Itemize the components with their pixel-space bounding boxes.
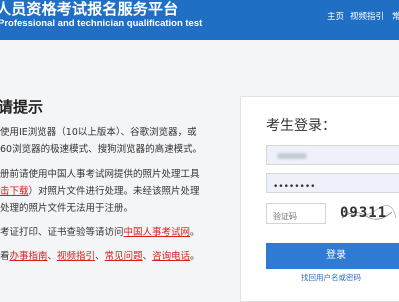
hint-line-photo-3: 处理的照片文件无法用于注册。: [0, 203, 134, 214]
download-link[interactable]: 击下载: [0, 186, 29, 197]
hint-title: 请提示: [0, 98, 44, 116]
login-title: 考生登录：: [266, 118, 336, 134]
nav-faq[interactable]: 常: [392, 10, 399, 22]
hint-line-cpta-suffix: 。: [190, 227, 200, 238]
hint-line-browser-1: 使用IE浏览器（10以上版本）、谷歌浏览器，或: [0, 127, 197, 138]
site-title: 人员资格考试报名服务平台: [0, 0, 179, 18]
username-field[interactable]: [266, 145, 399, 165]
captcha-field[interactable]: [266, 203, 327, 226]
captcha-image[interactable]: 09311: [340, 204, 398, 224]
separator: 、: [142, 251, 153, 262]
password-field[interactable]: [266, 173, 399, 196]
hint-line-help: 看办事指南、视频指引、常见问题、咨询电话。: [0, 248, 200, 262]
hotline-link[interactable]: 咨询电话: [152, 251, 190, 262]
hint-line-help-suffix: 。: [190, 251, 200, 262]
separator: 、: [95, 251, 105, 262]
username-value-blurred: [277, 153, 307, 159]
hint-line-photo-1: 册前请使用中国人事考试网提供的照片处理工具: [0, 169, 200, 180]
password-input[interactable]: [267, 178, 399, 196]
hint-line-photo-2: 击下载）对照片文件进行处理。未经该照片处理: [0, 183, 200, 197]
login-button[interactable]: 登录: [266, 243, 399, 269]
cpta-link[interactable]: 中国人事考试网: [124, 227, 191, 238]
hint-line-photo-2-text: ）对照片文件进行处理。未经该照片处理: [28, 186, 200, 197]
captcha-input[interactable]: [267, 207, 327, 226]
hint-line-help-prefix: 看: [0, 251, 10, 262]
hint-line-cpta: 考证打印、证书查验等请访问中国人事考试网。: [0, 224, 200, 238]
nav-video-guide[interactable]: 视频指引: [350, 10, 384, 22]
faq-link[interactable]: 常见问题: [105, 251, 143, 262]
guide-link[interactable]: 办事指南: [10, 251, 48, 262]
separator: 、: [47, 251, 58, 262]
video-guide-link[interactable]: 视频指引: [57, 251, 95, 262]
nav-home[interactable]: 主页: [327, 10, 344, 22]
site-header: 人员资格考试报名服务平台 Professional and technician…: [0, 0, 399, 40]
login-panel: 考生登录： 09311 登录 找回用户名或密码: [240, 96, 399, 302]
hint-line-browser-2: 60浏览器的极速模式、搜狗浏览器的高速模式。: [0, 144, 203, 155]
site-subtitle: Professional and technician qualificatio…: [0, 18, 203, 29]
captcha-code: 09311: [340, 205, 388, 221]
forgot-credentials-link[interactable]: 找回用户名或密码: [301, 272, 361, 283]
hint-line-cpta-prefix: 考证打印、证书查验等请访问: [0, 227, 124, 238]
